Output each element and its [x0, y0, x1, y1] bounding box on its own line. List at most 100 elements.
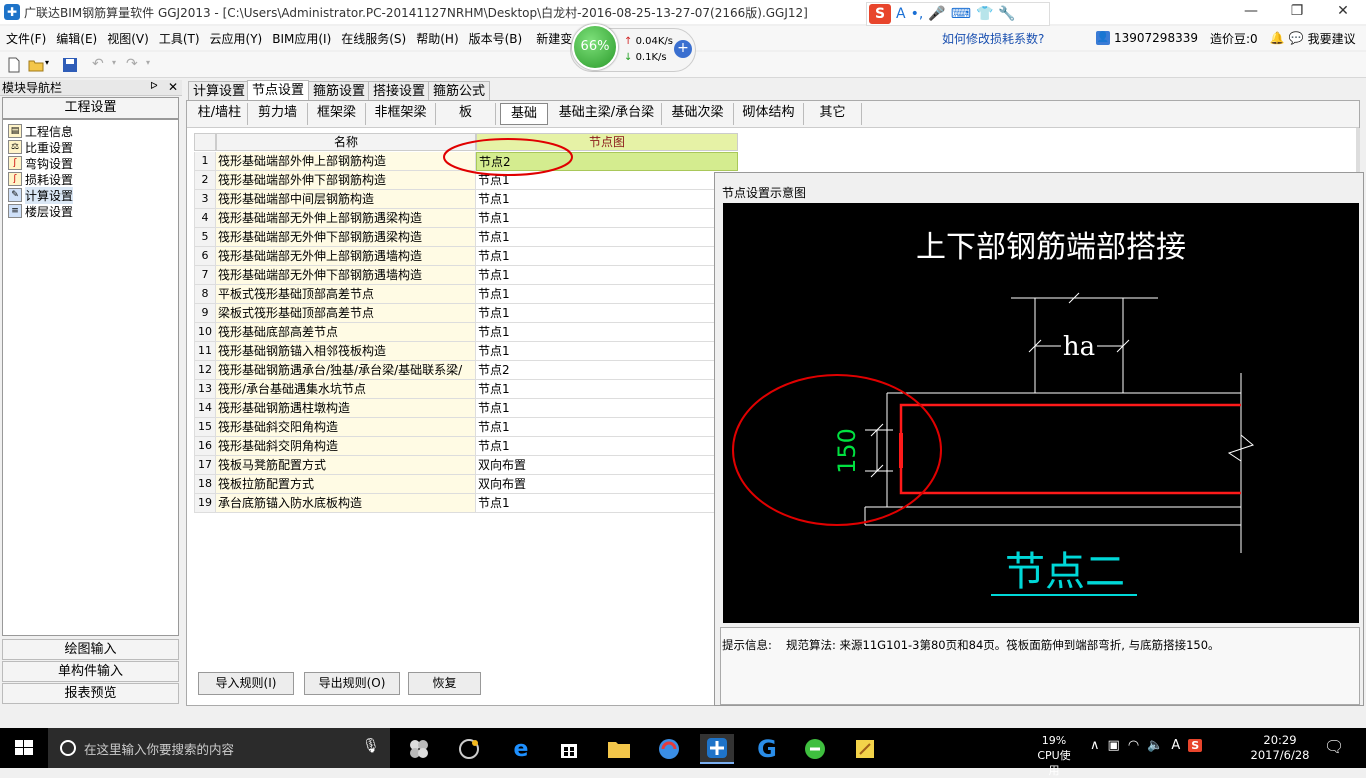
network-icon[interactable]: ◠: [1128, 738, 1139, 753]
open-dropdown-icon[interactable]: ▾: [45, 58, 49, 67]
notes-app-icon[interactable]: [848, 734, 882, 764]
subtab-nonframe-beam[interactable]: 非框架梁: [366, 103, 436, 125]
new-file-icon[interactable]: [6, 57, 22, 73]
table-row-node-value[interactable]: 节点1: [476, 247, 714, 266]
open-folder-icon[interactable]: [28, 57, 44, 73]
table-row-node-value[interactable]: 节点1: [476, 304, 714, 323]
export-rules-button[interactable]: 导出规则(O): [304, 672, 400, 695]
show-hidden-icons-icon[interactable]: ∧: [1090, 738, 1100, 753]
row-number[interactable]: 19: [194, 494, 216, 513]
minimize-button[interactable]: —: [1228, 0, 1274, 24]
help-link[interactable]: 如何修改损耗系数?: [942, 30, 1044, 47]
volume-icon[interactable]: 🔈: [1147, 738, 1163, 753]
grid-header-name[interactable]: 名称: [216, 133, 476, 151]
table-row-node-value[interactable]: 节点1: [476, 418, 714, 437]
subtab-other[interactable]: 其它: [804, 103, 862, 125]
app-red-swirl-icon[interactable]: [652, 734, 686, 764]
row-number[interactable]: 7: [194, 266, 216, 285]
undo-dropdown-icon[interactable]: ▾: [112, 58, 116, 67]
tray-app-icon[interactable]: ▣: [1108, 738, 1120, 753]
row-number[interactable]: 6: [194, 247, 216, 266]
tab-stirrup-formula[interactable]: 箍筋公式: [428, 81, 491, 101]
row-number[interactable]: 2: [194, 171, 216, 190]
store-icon[interactable]: [552, 734, 586, 764]
table-row-name[interactable]: 筏形基础钢筋遇承台/独基/承台梁/基础联系梁/: [216, 361, 476, 380]
pin-icon[interactable]: ᐅ: [150, 81, 158, 92]
table-row-node-value[interactable]: 双向布置: [476, 475, 714, 494]
save-icon[interactable]: [62, 57, 78, 73]
file-explorer-icon[interactable]: [602, 734, 636, 764]
ime-mode-icon[interactable]: A: [896, 6, 906, 22]
row-number[interactable]: 8: [194, 285, 216, 304]
menu-cloud[interactable]: 云应用(Y): [206, 30, 267, 47]
undo-icon[interactable]: ↶: [92, 56, 104, 72]
notification-center-icon[interactable]: 🗨: [1324, 737, 1344, 756]
nav-item-project-info[interactable]: ▤ 工程信息: [8, 123, 73, 139]
row-number[interactable]: 4: [194, 209, 216, 228]
table-row-name[interactable]: 平板式筏形基础顶部高差节点: [216, 285, 476, 304]
menu-edit[interactable]: 编辑(E): [52, 30, 101, 47]
sogou-logo-icon[interactable]: S: [869, 4, 891, 24]
table-row-node-value[interactable]: 节点1: [476, 228, 714, 247]
nav-item-loss[interactable]: ʃ 损耗设置: [8, 171, 73, 187]
row-number[interactable]: 1: [194, 152, 216, 171]
ime-settings-icon[interactable]: 🔧: [998, 6, 1015, 22]
tab-node-settings[interactable]: 节点设置: [247, 80, 310, 102]
row-number[interactable]: 16: [194, 437, 216, 456]
ime-skin-icon[interactable]: 👕: [976, 6, 993, 22]
table-row-name[interactable]: 筏形基础斜交阴角构造: [216, 437, 476, 456]
table-row-node-value[interactable]: 节点2: [476, 361, 714, 380]
nav-item-calc[interactable]: ✎ 计算设置: [8, 186, 74, 204]
edge-browser-icon[interactable]: e: [504, 734, 538, 764]
nav-item-weight[interactable]: ⚖ 比重设置: [8, 139, 73, 155]
section-drawing-input[interactable]: 绘图输入: [2, 639, 179, 660]
row-number[interactable]: 13: [194, 380, 216, 399]
phone-number[interactable]: 13907298339: [1114, 31, 1198, 45]
table-row-node-value[interactable]: 节点1: [476, 494, 714, 513]
table-row-node-value[interactable]: 节点1: [476, 266, 714, 285]
browser-green-icon[interactable]: [798, 734, 832, 764]
table-row-name[interactable]: 筏形/承台基础遇集水坑节点: [216, 380, 476, 399]
ime-punct-icon[interactable]: •,: [911, 6, 924, 22]
nav-item-hook[interactable]: ʃ 弯钩设置: [8, 155, 73, 171]
bell-icon[interactable]: 🔔: [1270, 31, 1285, 45]
subtab-foundation-secondary-beam[interactable]: 基础次梁: [662, 103, 734, 125]
menu-online[interactable]: 在线服务(S): [337, 30, 410, 47]
table-row-name[interactable]: 筏形基础斜交阳角构造: [216, 418, 476, 437]
row-number[interactable]: 11: [194, 342, 216, 361]
taskbar-search-box[interactable]: 在这里输入你要搜索的内容: [48, 728, 390, 768]
section-report-preview[interactable]: 报表预览: [2, 683, 179, 704]
row-number[interactable]: 15: [194, 418, 216, 437]
table-row-name[interactable]: 筏形基础钢筋锚入相邻筏板构造: [216, 342, 476, 361]
microphone-icon[interactable]: 🎙: [362, 738, 380, 754]
row-number[interactable]: 5: [194, 228, 216, 247]
sogou-tray-icon[interactable]: S: [1188, 739, 1203, 752]
grid-scrollbar[interactable]: [1356, 128, 1360, 172]
taskbar-clock[interactable]: 20:29 2017/6/28: [1250, 733, 1310, 763]
nav-item-floor[interactable]: ≡ 楼层设置: [8, 203, 73, 219]
task-view-icon[interactable]: [402, 734, 436, 764]
section-single-component[interactable]: 单构件输入: [2, 661, 179, 682]
tray-ime-indicator[interactable]: A: [1171, 738, 1180, 753]
user-icon[interactable]: 👤: [1096, 31, 1110, 45]
maximize-button[interactable]: ❐: [1274, 0, 1320, 24]
table-row-name[interactable]: 筏形基础端部无外伸上部钢筋遇墙构造: [216, 247, 476, 266]
memory-ball[interactable]: 66%: [572, 24, 618, 70]
menu-file[interactable]: 文件(F): [2, 30, 50, 47]
subtab-foundation[interactable]: 基础: [500, 103, 548, 125]
table-row-name[interactable]: 筏形基础端部无外伸上部钢筋遇梁构造: [216, 209, 476, 228]
table-row-node-value[interactable]: 节点1: [476, 342, 714, 361]
tab-stirrup-settings[interactable]: 箍筋设置: [308, 81, 371, 101]
price-points[interactable]: 造价豆:0: [1210, 30, 1258, 47]
table-row-node-value[interactable]: 节点1: [476, 380, 714, 399]
table-row-name[interactable]: 筏形基础端部外伸下部钢筋构造: [216, 171, 476, 190]
table-row-node-value[interactable]: 节点1: [476, 190, 714, 209]
table-row-name[interactable]: 筏形基础端部无外伸下部钢筋遇墙构造: [216, 266, 476, 285]
table-row-node-value[interactable]: 节点1: [476, 209, 714, 228]
suggest-icon[interactable]: 💬: [1289, 31, 1304, 45]
menu-view[interactable]: 视图(V): [103, 30, 153, 47]
restore-button[interactable]: 恢复: [408, 672, 481, 695]
import-rules-button[interactable]: 导入规则(I): [198, 672, 294, 695]
menu-version[interactable]: 版本号(B): [465, 30, 527, 47]
redo-icon[interactable]: ↷: [126, 56, 138, 72]
